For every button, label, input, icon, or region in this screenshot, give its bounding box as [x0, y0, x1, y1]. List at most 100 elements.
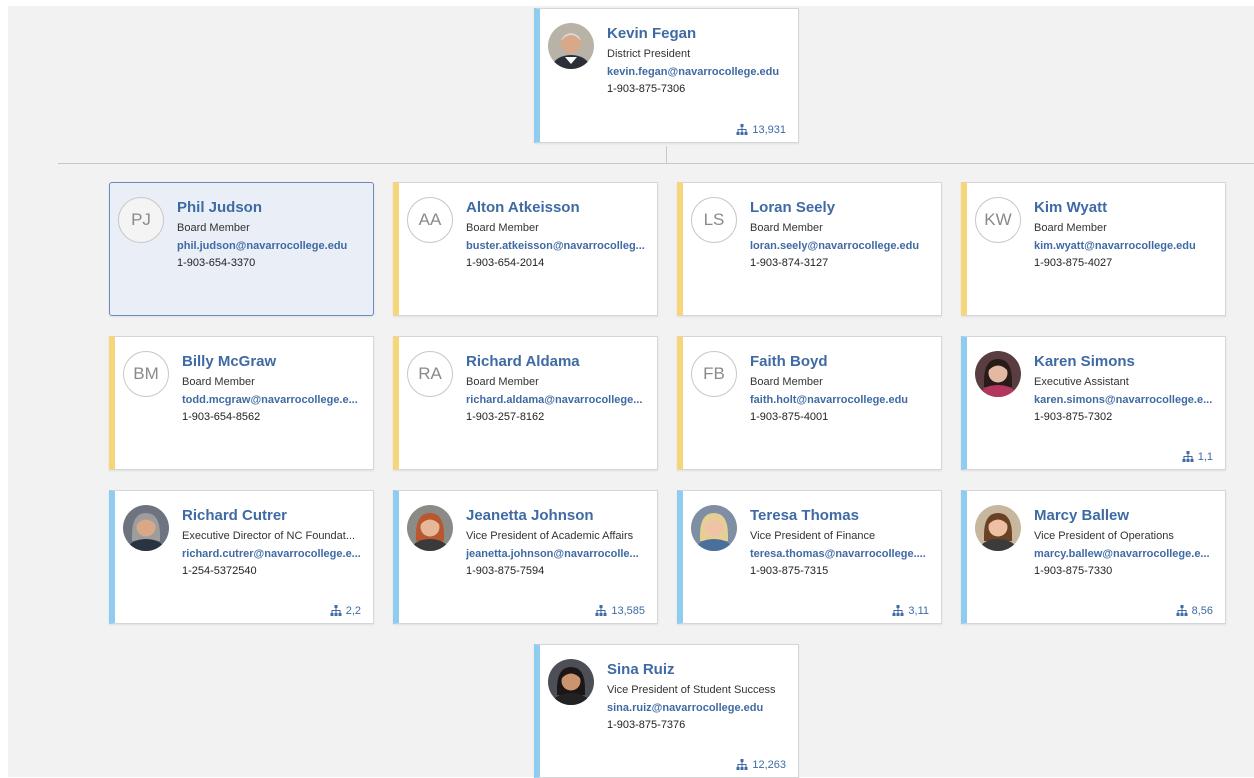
person-phone: 1-903-875-7376 [607, 719, 686, 731]
org-card[interactable]: LS Loran Seely Board Member loran.seely@nav… [677, 182, 942, 316]
avatar-initials: KW [975, 197, 1021, 243]
org-tree-icon [892, 605, 904, 616]
subordinates-count[interactable]: 8,56 [1176, 605, 1213, 617]
org-tree-icon [330, 605, 342, 616]
avatar [548, 659, 594, 705]
avatar [407, 505, 453, 551]
person-name[interactable]: Billy McGraw [182, 353, 361, 370]
person-phone: 1-903-654-8562 [182, 411, 261, 423]
person-name[interactable]: Kim Wyatt [1034, 199, 1213, 216]
person-name[interactable]: Richard Aldama [466, 353, 645, 370]
subordinates-count[interactable]: 13,585 [595, 605, 645, 617]
org-card[interactable]: Marcy Ballew Vice President of Operations… [961, 490, 1226, 624]
org-card[interactable]: Karen Simons Executive Assistant karen.sim… [961, 336, 1226, 470]
org-tree-icon [1176, 605, 1188, 616]
count-label: 1,1 [1197, 451, 1213, 463]
person-name[interactable]: Alton Atkeisson [466, 199, 645, 216]
connector-line-horizontal [58, 163, 1254, 164]
subordinates-count[interactable]: 3,11 [892, 605, 929, 617]
person-phone: 1-903-874-3127 [750, 257, 829, 269]
person-phone: 1-903-875-4027 [1034, 257, 1113, 269]
person-name[interactable]: Teresa Thomas [750, 507, 929, 524]
person-phone: 1-254-5372540 [182, 565, 257, 577]
org-card[interactable]: Jeanetta Johnson Vice President of Academ… [393, 490, 658, 624]
avatar-initials: BM [123, 351, 169, 397]
org-card[interactable]: RA Richard Aldama Board Member richard.alda… [393, 336, 658, 470]
person-phone: 1-903-875-7315 [750, 565, 829, 577]
count-label: 13,585 [611, 605, 645, 617]
avatar [548, 23, 594, 69]
person-name[interactable]: Phil Judson [177, 199, 361, 216]
person-name[interactable]: Sina Ruiz [607, 661, 786, 678]
avatar [975, 505, 1021, 551]
person-phone: 1-903-875-7302 [1034, 411, 1113, 423]
org-card[interactable]: PJ Phil Judson Board Member phil.judson@nav… [109, 182, 374, 316]
person-title: Vice President of Finance [750, 530, 876, 542]
person-name[interactable]: Loran Seely [750, 199, 929, 216]
avatar-initials: LS [691, 197, 737, 243]
count-label: 13,931 [752, 124, 786, 136]
person-title: Vice President of Operations [1034, 530, 1174, 542]
person-photo-icon [407, 505, 453, 551]
avatar [123, 505, 169, 551]
person-title: Vice President of Academic Affairs [466, 530, 634, 542]
avatar-initials: PJ [118, 197, 164, 243]
person-phone: 1-903-257-8162 [466, 411, 545, 423]
person-photo-icon [975, 505, 1021, 551]
subordinates-count[interactable]: 1,1 [1182, 451, 1213, 463]
person-email[interactable]: kim.wyatt@navarrocollege.edu [1034, 240, 1213, 252]
org-tree-icon [736, 759, 748, 770]
person-photo-icon [691, 505, 737, 551]
person-photo-icon [548, 659, 594, 705]
person-phone: 1-903-875-4001 [750, 411, 829, 423]
person-name[interactable]: Faith Boyd [750, 353, 929, 370]
org-card[interactable]: KW Kim Wyatt Board Member kim.wyatt@navarro… [961, 182, 1226, 316]
org-card[interactable]: Teresa Thomas Vice President of Finance te… [677, 490, 942, 624]
person-email[interactable]: phil.judson@navarrocollege.edu [177, 240, 361, 252]
person-phone: 1-903-875-7594 [466, 565, 545, 577]
person-name[interactable]: Richard Cutrer [182, 507, 361, 524]
person-title: Board Member [750, 376, 823, 388]
person-photo-icon [123, 505, 169, 551]
person-email[interactable]: jeanetta.johnson@navarrocolle... [466, 548, 645, 560]
org-tree-icon [595, 605, 607, 616]
person-photo-icon [548, 23, 594, 69]
count-label: 2,2 [345, 605, 361, 617]
person-name[interactable]: Marcy Ballew [1034, 507, 1213, 524]
person-email[interactable]: loran.seely@navarrocollege.edu [750, 240, 929, 252]
org-card[interactable]: Richard Cutrer Executive Director of NC F… [109, 490, 374, 624]
person-name[interactable]: Karen Simons [1034, 353, 1213, 370]
person-name[interactable]: Kevin Fegan [607, 25, 786, 42]
org-card[interactable]: Sina Ruiz Vice President of Student Succe… [534, 644, 799, 778]
org-card-root[interactable]: Kevin Fegan District President kevin.feg… [534, 8, 799, 143]
person-title: Board Member [177, 222, 250, 234]
person-email[interactable]: todd.mcgraw@navarrocollege.e... [182, 394, 361, 406]
subordinates-count[interactable]: 13,931 [736, 124, 786, 136]
person-email[interactable]: richard.aldama@navarrocollege... [466, 394, 645, 406]
org-tree-icon [736, 124, 748, 135]
person-title: Vice President of Student Success [607, 684, 776, 696]
person-title: Board Member [466, 376, 539, 388]
person-phone: 1-903-875-7330 [1034, 565, 1113, 577]
count-label: 3,11 [908, 605, 929, 617]
subordinates-count[interactable]: 2,2 [330, 605, 361, 617]
person-name[interactable]: Jeanetta Johnson [466, 507, 645, 524]
person-phone: 1-903-875-7306 [607, 83, 686, 95]
org-card[interactable]: FB Faith Boyd Board Member faith.holt@navar… [677, 336, 942, 470]
avatar [975, 351, 1021, 397]
person-email[interactable]: buster.atkeisson@navarrocolleg... [466, 240, 645, 252]
subordinates-count[interactable]: 12,263 [736, 759, 786, 771]
person-email[interactable]: sina.ruiz@navarrocollege.edu [607, 702, 786, 714]
person-email[interactable]: teresa.thomas@navarrocollege.... [750, 548, 929, 560]
person-email[interactable]: faith.holt@navarrocollege.edu [750, 394, 929, 406]
person-title: District President [607, 48, 691, 60]
person-phone: 1-903-654-3370 [177, 257, 256, 269]
org-card[interactable]: AA Alton Atkeisson Board Member buster.atke… [393, 182, 658, 316]
person-email[interactable]: kevin.fegan@navarrocollege.edu [607, 66, 786, 78]
person-email[interactable]: marcy.ballew@navarrocollege.e... [1034, 548, 1213, 560]
person-email[interactable]: karen.simons@navarrocollege.e... [1034, 394, 1213, 406]
person-email[interactable]: richard.cutrer@navarrocollege.e... [182, 548, 361, 560]
person-title: Board Member [1034, 222, 1107, 234]
org-tree-icon [1182, 451, 1194, 462]
org-card[interactable]: BM Billy McGraw Board Member todd.mcgraw@na… [109, 336, 374, 470]
